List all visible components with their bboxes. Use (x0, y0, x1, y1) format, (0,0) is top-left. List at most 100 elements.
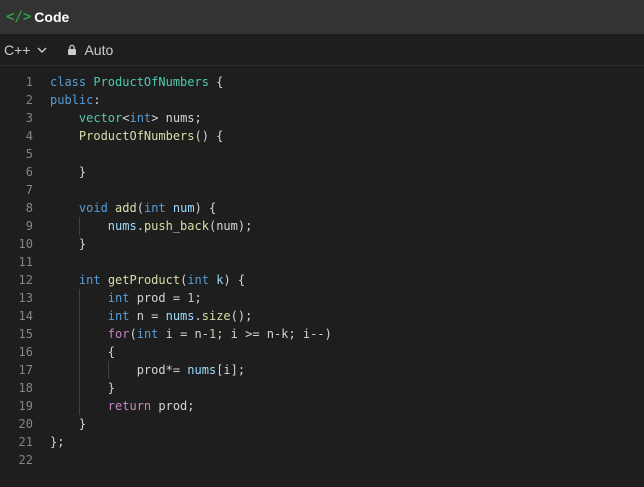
code-token: int (78, 273, 101, 287)
line-source: int prod = 1; (50, 289, 202, 307)
line-source: prod*= nums[i]; (50, 361, 245, 379)
indentation (50, 183, 79, 197)
code-line[interactable]: 22 (0, 451, 644, 469)
code-line[interactable]: 3 vector<int> nums; (0, 109, 644, 127)
code-token: int (187, 273, 209, 287)
code-token: prod; (151, 399, 195, 413)
indentation (50, 165, 79, 179)
indent-guide (78, 307, 80, 325)
line-source: void add(int num) { (50, 199, 216, 217)
code-line[interactable]: 19 return prod; (0, 397, 644, 415)
indent-guide (78, 379, 80, 397)
indent-guide (78, 343, 80, 361)
code-token: ; i >= n-k; i--) (216, 327, 332, 341)
line-source: { (50, 343, 115, 361)
code-token: () { (194, 129, 224, 143)
code-line[interactable]: 16 { (0, 343, 644, 361)
lock-icon (68, 44, 77, 55)
code-line[interactable]: 20 } (0, 415, 644, 433)
code-token: num (172, 201, 195, 215)
line-number: 11 (18, 255, 33, 269)
code-line[interactable]: 14 int n = nums.size(); (0, 307, 644, 325)
code-line[interactable]: 10 } (0, 235, 644, 253)
code-line[interactable]: 4 ProductOfNumbers() { (0, 127, 644, 145)
code-token: }; (50, 435, 65, 449)
line-number: 3 (25, 111, 33, 125)
code-line[interactable]: 8 void add(int num) { (0, 199, 644, 217)
editor-toolbar: C++ Auto (0, 34, 644, 66)
code-token: n = (129, 309, 166, 323)
indentation (50, 147, 79, 161)
code-token: ; (194, 291, 202, 305)
line-source: } (50, 235, 86, 253)
code-line[interactable]: 6 } (0, 163, 644, 181)
code-token: } (78, 165, 87, 179)
code-line[interactable]: 5 (0, 145, 644, 163)
code-line[interactable]: 11 (0, 253, 644, 271)
code-token: (); (230, 309, 253, 323)
code-line[interactable]: 7 (0, 181, 644, 199)
code-token: 1 (187, 291, 195, 305)
line-number: 6 (25, 165, 33, 179)
line-source: public: (50, 91, 101, 109)
code-token: (num); (208, 219, 253, 233)
code-line[interactable]: 15 for(int i = n-1; i >= n-k; i--) (0, 325, 644, 343)
line-source (50, 181, 79, 199)
code-token: } (107, 381, 116, 395)
line-source: } (50, 379, 115, 397)
line-source: ProductOfNumbers() { (50, 127, 224, 145)
line-source: for(int i = n-1; i >= n-k; i--) (50, 325, 332, 343)
code-line[interactable]: 13 int prod = 1; (0, 289, 644, 307)
code-line[interactable]: 17 prod*= nums[i]; (0, 361, 644, 379)
code-editor[interactable]: 1 class ProductOfNumbers { 2 public: 3 vecto… (0, 73, 644, 487)
code-token: int (143, 201, 166, 215)
line-number: 22 (18, 453, 33, 467)
code-token: nums (187, 363, 217, 377)
line-number: 10 (18, 237, 33, 251)
mode-label[interactable]: Auto (84, 42, 113, 58)
line-number: 7 (25, 183, 33, 197)
code-line[interactable]: 18 } (0, 379, 644, 397)
code-panel: </> Code C++ Auto 1 class ProductOfNumber… (0, 0, 644, 487)
code-line[interactable]: 2 public: (0, 91, 644, 109)
indentation (50, 111, 79, 125)
code-line[interactable]: 1 class ProductOfNumbers { (0, 73, 644, 91)
line-number: 13 (18, 291, 33, 305)
indentation (50, 201, 79, 215)
line-number: 21 (18, 435, 33, 449)
indentation (50, 417, 79, 431)
code-token: ( (136, 201, 144, 215)
line-source: } (50, 163, 86, 181)
indentation (50, 237, 79, 251)
indentation (50, 363, 137, 377)
line-number: 8 (25, 201, 33, 215)
code-token: < (122, 111, 130, 125)
line-number: 5 (25, 147, 33, 161)
line-number: 17 (18, 363, 33, 377)
line-number: 16 (18, 345, 33, 359)
code-line[interactable]: 12 int getProduct(int k) { (0, 271, 644, 289)
code-token: . (194, 309, 202, 323)
line-number: 1 (25, 75, 33, 89)
code-token: ProductOfNumbers (78, 129, 195, 143)
indentation (50, 129, 79, 143)
line-source: } (50, 415, 86, 433)
indentation (50, 255, 79, 269)
code-token: size (201, 309, 231, 323)
code-token: nums (165, 309, 195, 323)
code-token: for (107, 327, 130, 341)
code-token: : (93, 93, 101, 107)
code-line[interactable]: 21}; (0, 433, 644, 451)
line-source (50, 145, 79, 163)
chevron-down-icon (37, 47, 47, 53)
code-line[interactable]: 9 nums.push_back(num); (0, 217, 644, 235)
line-number: 15 (18, 327, 33, 341)
line-number: 2 (25, 93, 33, 107)
line-source: return prod; (50, 397, 195, 415)
line-source: class ProductOfNumbers { (50, 73, 223, 91)
language-label: C++ (4, 41, 31, 58)
language-select[interactable]: C++ (4, 42, 66, 58)
line-number: 20 (18, 417, 33, 431)
line-number: 14 (18, 309, 33, 323)
